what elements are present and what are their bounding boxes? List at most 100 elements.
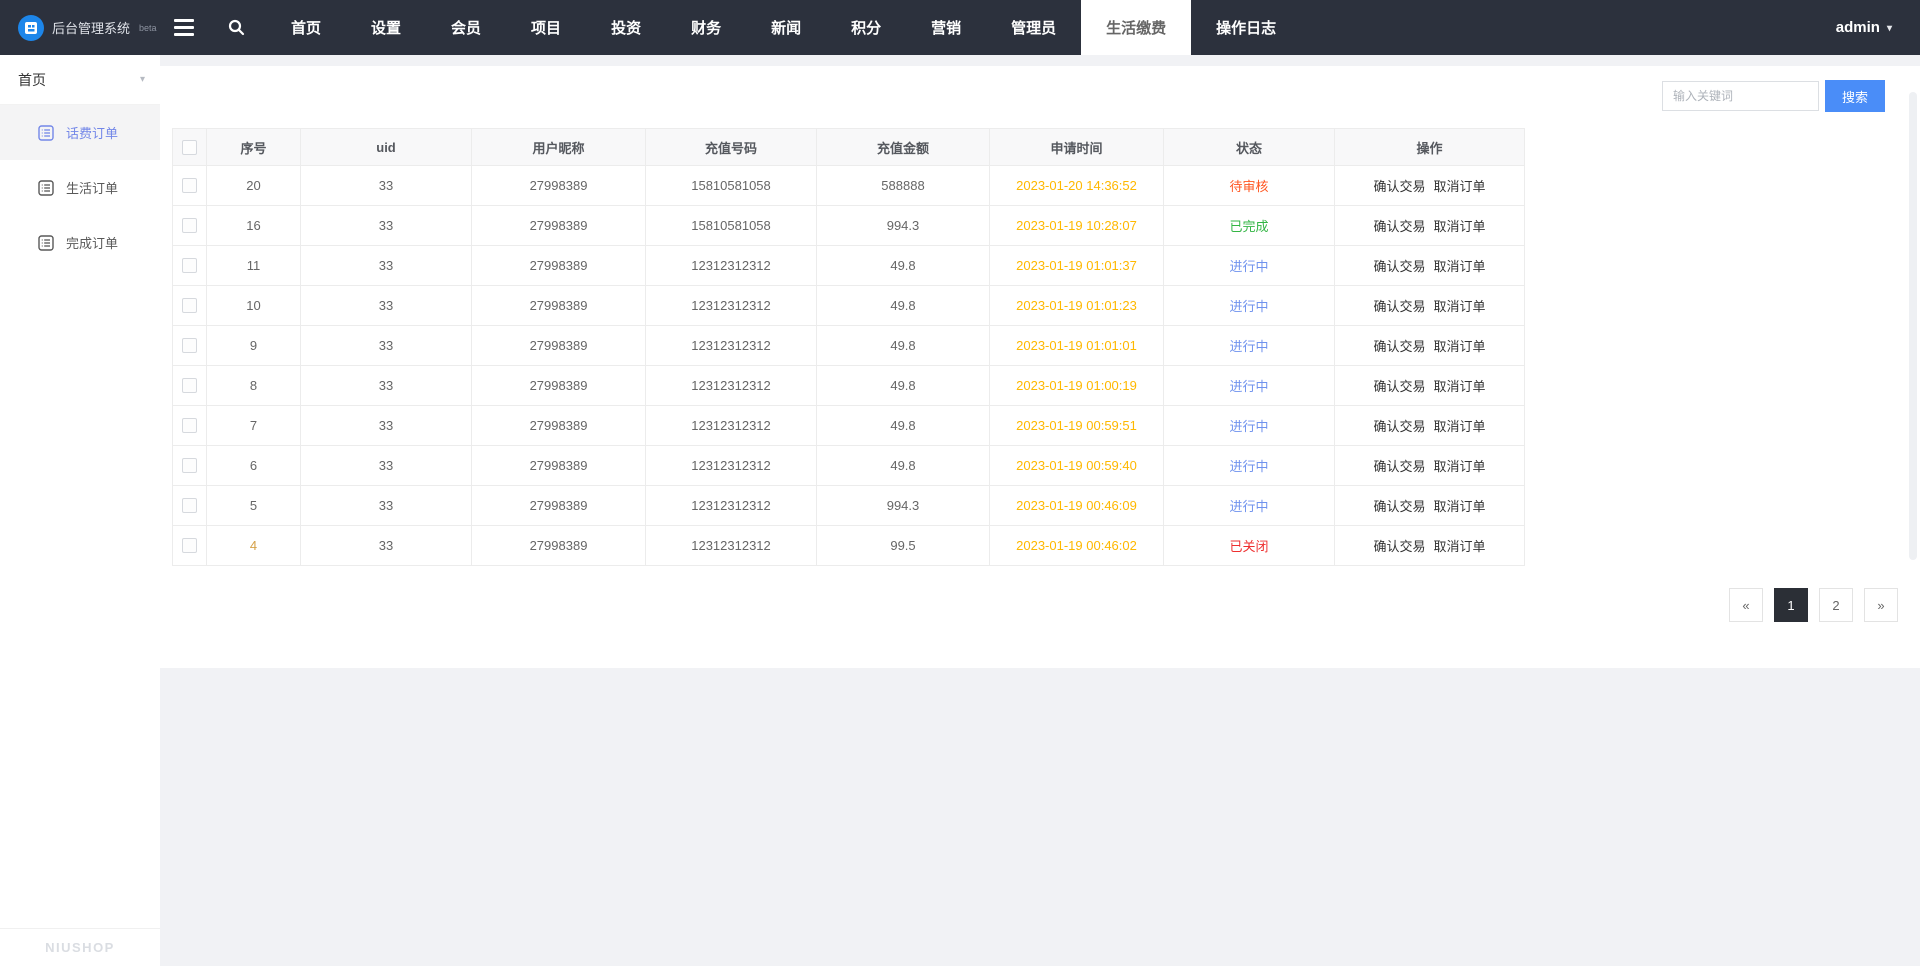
row-checkbox-cell bbox=[172, 365, 207, 406]
beta-badge: beta bbox=[139, 22, 157, 33]
row-checkbox[interactable] bbox=[182, 258, 197, 273]
amount-cell: 994.3 bbox=[816, 485, 990, 526]
serial-cell: 10 bbox=[206, 285, 301, 326]
row-checkbox-cell bbox=[172, 325, 207, 366]
cancel-order-link[interactable]: 取消订单 bbox=[1434, 539, 1486, 554]
sidebar-section-home[interactable]: 首页 ▾ bbox=[0, 55, 160, 105]
confirm-trade-link[interactable]: 确认交易 bbox=[1373, 379, 1425, 394]
nav-item-4[interactable]: 项目 bbox=[506, 0, 586, 55]
number-cell: 15810581058 bbox=[645, 165, 817, 206]
nickname-cell: 27998389 bbox=[471, 365, 646, 406]
confirm-trade-link[interactable]: 确认交易 bbox=[1373, 179, 1425, 194]
row-checkbox[interactable] bbox=[182, 418, 197, 433]
table-row: 9 33 27998389 12312312312 49.8 2023-01-19 01:… bbox=[172, 325, 1525, 366]
search-toolbar: 搜索 bbox=[160, 66, 1920, 112]
pagination-page-1[interactable]: 1 bbox=[1774, 588, 1808, 622]
status-cell: 已完成 bbox=[1163, 205, 1335, 246]
number-cell: 12312312312 bbox=[645, 325, 817, 366]
confirm-trade-link[interactable]: 确认交易 bbox=[1373, 419, 1425, 434]
row-checkbox[interactable] bbox=[182, 458, 197, 473]
column-header: 序号 bbox=[206, 128, 301, 166]
list-icon bbox=[38, 234, 54, 251]
confirm-trade-link[interactable]: 确认交易 bbox=[1373, 339, 1425, 354]
column-header: uid bbox=[300, 128, 472, 166]
nav-item-11[interactable]: 生活缴费 bbox=[1081, 0, 1192, 55]
cancel-order-link[interactable]: 取消订单 bbox=[1434, 299, 1486, 314]
pagination-next-button[interactable]: » bbox=[1864, 588, 1898, 622]
nav-item-8[interactable]: 积分 bbox=[826, 0, 906, 55]
confirm-trade-link[interactable]: 确认交易 bbox=[1373, 219, 1425, 234]
status-cell: 进行中 bbox=[1163, 485, 1335, 526]
nickname-cell: 27998389 bbox=[471, 525, 646, 566]
nickname-cell: 27998389 bbox=[471, 445, 646, 486]
confirm-trade-link[interactable]: 确认交易 bbox=[1373, 299, 1425, 314]
nav-item-12[interactable]: 操作日志 bbox=[1191, 0, 1301, 55]
cancel-order-link[interactable]: 取消订单 bbox=[1434, 219, 1486, 234]
table-row: 7 33 27998389 12312312312 49.8 2023-01-19 00:… bbox=[172, 405, 1525, 446]
column-header: 充值金额 bbox=[816, 128, 990, 166]
actions-cell: 确认交易 取消订单 bbox=[1334, 205, 1525, 246]
nav-search-button[interactable] bbox=[210, 0, 262, 55]
cancel-order-link[interactable]: 取消订单 bbox=[1434, 499, 1486, 514]
confirm-trade-link[interactable]: 确认交易 bbox=[1373, 259, 1425, 274]
sidebar-section-label: 首页 bbox=[18, 71, 46, 88]
confirm-trade-link[interactable]: 确认交易 bbox=[1373, 459, 1425, 474]
sidebar-items: 话费订单 生活订单 完成订单 bbox=[0, 105, 160, 270]
nickname-cell: 27998389 bbox=[471, 485, 646, 526]
nav-item-7[interactable]: 新闻 bbox=[746, 0, 826, 55]
orders-table: 序号 uid 用户昵称 充值号码 充值金额 申请时间 状态 操作 20 33 27998389 15… bbox=[172, 128, 1525, 566]
cancel-order-link[interactable]: 取消订单 bbox=[1434, 339, 1486, 354]
sidebar-item-1[interactable]: 话费订单 bbox=[0, 105, 160, 160]
row-checkbox[interactable] bbox=[182, 178, 197, 193]
cancel-order-link[interactable]: 取消订单 bbox=[1434, 179, 1486, 194]
cancel-order-link[interactable]: 取消订单 bbox=[1434, 259, 1486, 274]
row-checkbox-cell bbox=[172, 525, 207, 566]
nav-item-9[interactable]: 营销 bbox=[906, 0, 986, 55]
search-button[interactable]: 搜索 bbox=[1825, 80, 1885, 112]
actions-cell: 确认交易 取消订单 bbox=[1334, 525, 1525, 566]
table-row: 8 33 27998389 12312312312 49.8 2023-01-19 01:… bbox=[172, 365, 1525, 406]
time-cell: 2023-01-19 00:46:09 bbox=[989, 485, 1164, 526]
column-header: 充值号码 bbox=[645, 128, 817, 166]
cancel-order-link[interactable]: 取消订单 bbox=[1434, 379, 1486, 394]
vertical-scrollbar[interactable] bbox=[1909, 92, 1917, 560]
nav-item-2[interactable]: 设置 bbox=[346, 0, 426, 55]
status-cell: 待审核 bbox=[1163, 165, 1335, 206]
nav-item-10[interactable]: 管理员 bbox=[986, 0, 1081, 55]
row-checkbox[interactable] bbox=[182, 338, 197, 353]
nav-item-5[interactable]: 投资 bbox=[586, 0, 666, 55]
row-checkbox[interactable] bbox=[182, 218, 197, 233]
status-cell: 进行中 bbox=[1163, 285, 1335, 326]
search-input[interactable] bbox=[1662, 81, 1819, 111]
row-checkbox[interactable] bbox=[182, 538, 197, 553]
serial-cell: 6 bbox=[206, 445, 301, 486]
time-cell: 2023-01-19 00:46:02 bbox=[989, 525, 1164, 566]
amount-cell: 588888 bbox=[816, 165, 990, 206]
cancel-order-link[interactable]: 取消订单 bbox=[1434, 419, 1486, 434]
sidebar-item-2[interactable]: 生活订单 bbox=[0, 160, 160, 215]
confirm-trade-link[interactable]: 确认交易 bbox=[1373, 539, 1425, 554]
nav-item-1[interactable]: 首页 bbox=[266, 0, 346, 55]
number-cell: 12312312312 bbox=[645, 285, 817, 326]
row-checkbox-cell bbox=[172, 445, 207, 486]
row-checkbox[interactable] bbox=[182, 378, 197, 393]
user-menu[interactable]: admin ▾ bbox=[1836, 0, 1920, 55]
serial-cell: 20 bbox=[206, 165, 301, 206]
row-checkbox[interactable] bbox=[182, 498, 197, 513]
nav-item-6[interactable]: 财务 bbox=[666, 0, 746, 55]
list-icon bbox=[38, 124, 54, 141]
brand-watermark: NIUSHOP bbox=[0, 928, 160, 966]
nav-item-3[interactable]: 会员 bbox=[426, 0, 506, 55]
hamburger-menu-button[interactable] bbox=[158, 0, 210, 55]
pagination-page-2[interactable]: 2 bbox=[1819, 588, 1853, 622]
confirm-trade-link[interactable]: 确认交易 bbox=[1373, 499, 1425, 514]
cancel-order-link[interactable]: 取消订单 bbox=[1434, 459, 1486, 474]
table-row: 10 33 27998389 12312312312 49.8 2023-01-19 01… bbox=[172, 285, 1525, 326]
table-row: 20 33 27998389 15810581058 588888 2023-01-20 … bbox=[172, 165, 1525, 206]
sidebar-item-3[interactable]: 完成订单 bbox=[0, 215, 160, 270]
status-cell: 进行中 bbox=[1163, 405, 1335, 446]
row-checkbox[interactable] bbox=[182, 298, 197, 313]
select-all-checkbox[interactable] bbox=[182, 139, 197, 155]
pagination-prev-button[interactable]: « bbox=[1729, 588, 1763, 622]
row-checkbox-cell bbox=[172, 285, 207, 326]
